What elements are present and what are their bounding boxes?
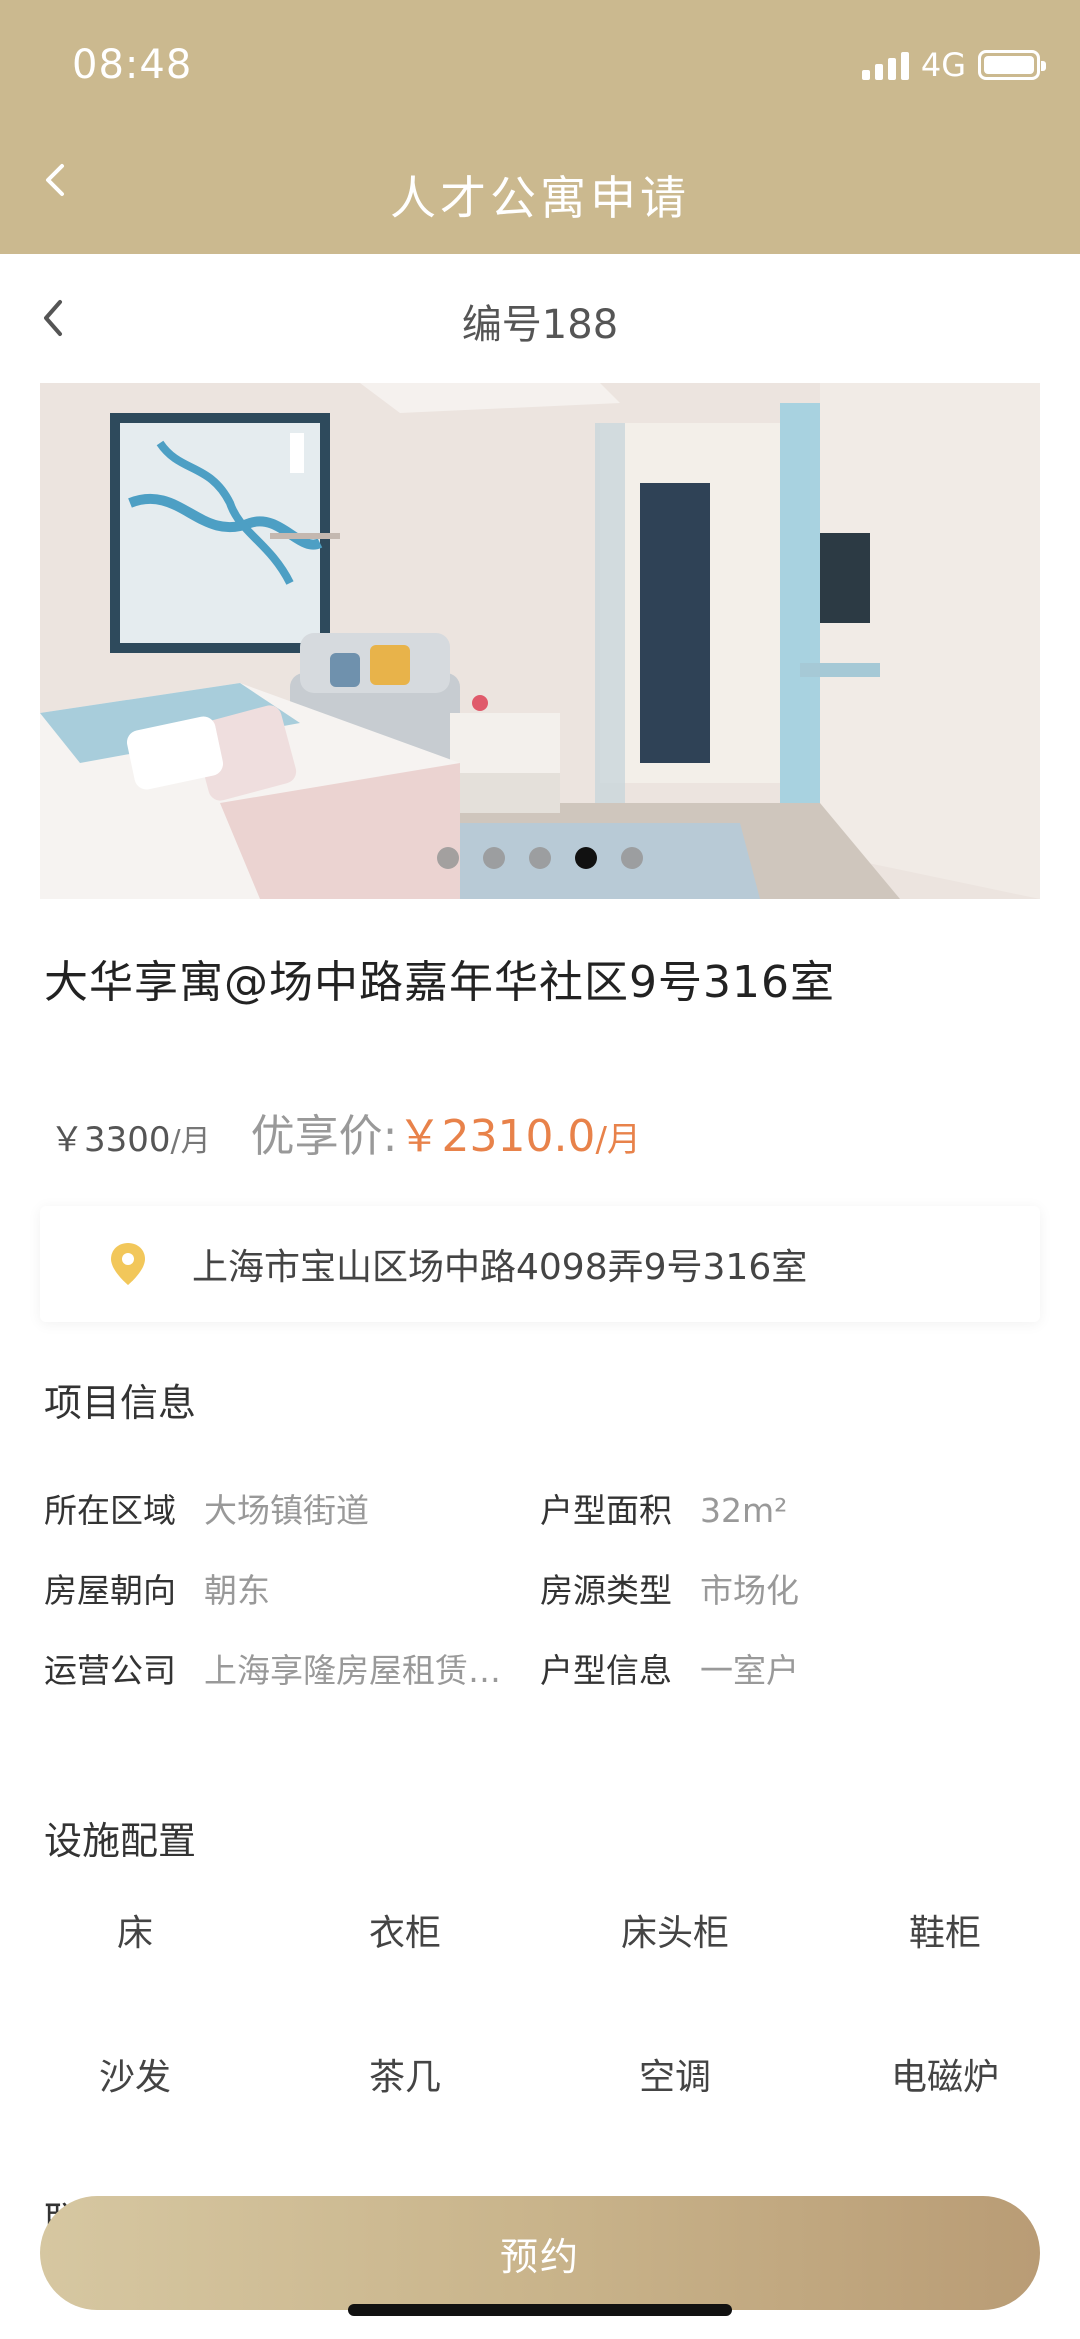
carousel-dot[interactable] bbox=[621, 847, 643, 869]
photo-carousel[interactable] bbox=[40, 383, 1040, 899]
carousel-indicator bbox=[40, 847, 1040, 869]
app-header: 08:48 4G 人才公寓申请 bbox=[0, 0, 1080, 254]
original-price-unit: /月 bbox=[170, 1124, 211, 1159]
status-time: 08:48 bbox=[72, 42, 193, 88]
carousel-dot[interactable] bbox=[483, 847, 505, 869]
address-card[interactable]: 上海市宝山区场中路4098弄9号316室 bbox=[40, 1206, 1040, 1322]
status-indicators: 4G bbox=[861, 46, 1046, 84]
address-text: 上海市宝山区场中路4098弄9号316室 bbox=[192, 1247, 808, 1288]
deal-price: ￥2310.0 bbox=[397, 1111, 596, 1162]
carousel-dot[interactable] bbox=[529, 847, 551, 869]
original-price: ￥3300 bbox=[50, 1120, 171, 1160]
facilities-title: 设施配置 bbox=[44, 1819, 197, 1863]
deal-price-label: 优享价: bbox=[250, 1111, 398, 1162]
facility-item: 电磁炉 bbox=[890, 2057, 999, 2098]
project-info-title: 项目信息 bbox=[44, 1381, 197, 1425]
facility-item: 茶几 bbox=[368, 2057, 441, 2098]
info-value: 朝东 bbox=[204, 1571, 270, 1610]
info-value: 上海享隆房屋租赁… bbox=[204, 1651, 501, 1690]
info-label: 户型面积 bbox=[540, 1491, 672, 1530]
info-label: 房源类型 bbox=[540, 1571, 672, 1610]
info-label: 运营公司 bbox=[44, 1651, 176, 1690]
listing-number: 编号188 bbox=[461, 302, 619, 348]
reserve-button[interactable]: 预约 bbox=[40, 2196, 1040, 2310]
home-indicator[interactable] bbox=[348, 2304, 732, 2316]
carousel-dot[interactable] bbox=[437, 847, 459, 869]
info-value: 市场化 bbox=[700, 1571, 799, 1610]
facility-item: 空调 bbox=[638, 2057, 711, 2098]
deal-price-unit: /月 bbox=[595, 1120, 641, 1160]
carousel-dot-active[interactable] bbox=[575, 847, 597, 869]
info-value: 大场镇街道 bbox=[204, 1491, 369, 1530]
battery-icon bbox=[978, 50, 1046, 80]
info-value: 一室户 bbox=[700, 1651, 799, 1690]
location-pin-icon bbox=[111, 1243, 145, 1285]
facility-item: 床 bbox=[116, 1913, 153, 1954]
facility-item: 衣柜 bbox=[368, 1913, 441, 1954]
info-value: 32m² bbox=[700, 1491, 788, 1530]
info-label: 户型信息 bbox=[540, 1651, 672, 1690]
info-label: 房屋朝向 bbox=[44, 1571, 176, 1610]
info-label: 所在区域 bbox=[44, 1491, 176, 1530]
listing-title: 大华享寓@场中路嘉年华社区9号316室 bbox=[44, 957, 835, 1008]
facility-item: 沙发 bbox=[98, 2057, 171, 2098]
signal-icon bbox=[861, 50, 909, 80]
facility-item: 床头柜 bbox=[620, 1913, 729, 1954]
price-row: ￥3300 /月 优享价: ￥2310.0 /月 bbox=[50, 1100, 641, 1164]
page-title: 人才公寓申请 bbox=[390, 171, 690, 225]
room-photo bbox=[40, 383, 1040, 899]
network-label: 4G bbox=[920, 46, 966, 84]
facility-item: 鞋柜 bbox=[908, 1913, 981, 1954]
